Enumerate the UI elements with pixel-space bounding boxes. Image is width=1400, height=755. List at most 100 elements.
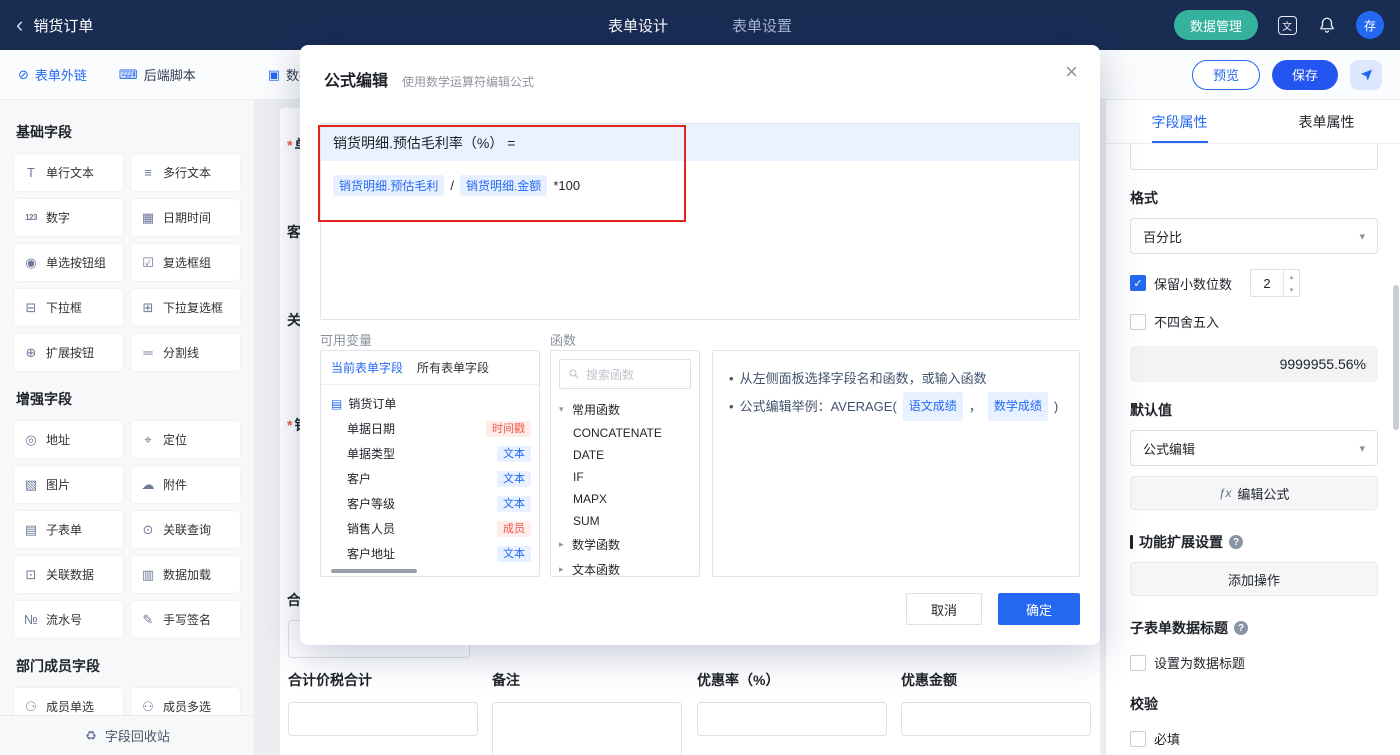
default-value-select-value: 公式编辑 [1143,441,1196,457]
sidebar-item-subform[interactable]: ▤ 子表单 [14,511,123,548]
decimal-checkbox[interactable]: ✓ [1130,275,1146,291]
sidebar-item-datetime[interactable]: ▦ 日期时间 [131,199,240,236]
link-icon: ⊘ [18,66,29,82]
signature-icon: ✎ [142,611,154,627]
function-item[interactable]: MAPX [551,488,699,510]
function-group-text[interactable]: ▸ 文本函数 [551,557,699,576]
avatar[interactable]: 存 [1356,11,1384,39]
variable-row[interactable]: 单据日期 时间戳 [321,416,539,441]
multi-dropdown-icon: ⊞ [142,299,154,315]
set-as-data-title-checkbox[interactable] [1130,654,1146,671]
panel-scrollbar[interactable] [1393,285,1399,430]
subform-data-title-label: 子表单数据标题 [1130,620,1228,636]
field-recycle-bin[interactable]: ♻ 字段回收站 [0,715,254,755]
toolbar-link-backend-script[interactable]: ⌨ 后端脚本 [119,65,196,84]
sidebar-item-serial-number[interactable]: № 流水号 [14,601,123,638]
field-input[interactable] [901,702,1091,736]
preview-button[interactable]: 预览 [1191,59,1260,90]
sidebar-item-signature[interactable]: ✎ 手写签名 [131,601,240,638]
function-item[interactable]: IF [551,466,699,488]
confirm-button[interactable]: 确定 [998,593,1080,625]
formula-editor[interactable]: 销货明细.预估毛利率（%） = 销货明细.预估毛利 / 销货明细.金额 *100 [320,123,1080,320]
variables-label: 可用变量 [320,333,373,348]
tab-current-form-fields[interactable]: 当前表单字段 [331,359,403,376]
format-select[interactable]: 百分比 ▾ [1130,218,1378,254]
sidebar-item-related-query[interactable]: ⊙ 关联查询 [131,511,240,548]
default-value-select[interactable]: 公式编辑 ▾ [1130,430,1378,466]
formula-suffix: *100 [553,178,581,193]
field-input[interactable] [492,702,682,755]
variables-hscrollbar[interactable] [331,569,417,573]
help-text: ， [968,399,982,415]
edit-formula-button[interactable]: ƒx 编辑公式 [1130,476,1378,510]
field-input[interactable] [697,702,887,736]
close-icon[interactable]: × [1065,61,1078,83]
add-action-button[interactable]: 添加操作 [1130,562,1378,596]
decimal-places-stepper[interactable]: 2 ▴ ▾ [1250,269,1301,297]
sidebar-item-divider[interactable]: ═ 分割线 [131,334,240,371]
bullet-icon: • [729,371,734,386]
function-search-input[interactable]: 搜索函数 [559,359,691,389]
variable-row[interactable]: 单据类型 文本 [321,441,539,466]
sidebar-item-multi-line-text[interactable]: ≡ 多行文本 [131,154,240,191]
field-input[interactable] [288,702,478,736]
function-item[interactable]: SUM [551,510,699,532]
tab-field-properties[interactable]: 字段属性 [1106,100,1253,143]
stepper-up-icon[interactable]: ▴ [1284,270,1299,283]
tab-all-form-fields[interactable]: 所有表单字段 [417,359,489,376]
save-button[interactable]: 保存 [1271,59,1338,90]
sidebar-item-extend-button[interactable]: ⊕ 扩展按钮 [14,334,123,371]
field-name-input-partial[interactable] [1130,144,1378,170]
variables-tree-root[interactable]: ▤ 销货订单 [321,391,539,416]
sidebar-item-related-data[interactable]: ⊡ 关联数据 [14,556,123,593]
field-label: 合计价税合计 [288,672,372,688]
radio-group-icon: ◉ [25,254,37,270]
back-icon[interactable]: ‹ [16,14,23,36]
sidebar-item-data-load[interactable]: ▥ 数据加载 [131,556,240,593]
stepper-down-icon[interactable]: ▾ [1284,283,1299,296]
share-button[interactable] [1350,59,1382,90]
sidebar-item-checkbox-group[interactable]: ☑ 复选框组 [131,244,240,281]
trash-icon: ♻ [85,727,97,743]
help-icon[interactable]: ? [1234,621,1248,635]
set-as-data-title-label: 设置为数据标题 [1154,656,1246,671]
variable-row[interactable]: 客户地址 文本 [321,541,539,566]
sidebar-item-single-line-text[interactable]: T 单行文本 [14,154,123,191]
function-group-common[interactable]: ▾ 常用函数 [551,397,699,422]
sidebar-item-dropdown[interactable]: ⊟ 下拉框 [14,289,123,326]
no-rounding-checkbox[interactable] [1130,313,1146,330]
sidebar-item-address[interactable]: ◎ 地址 [14,421,123,458]
divider-icon: ═ [143,345,153,360]
sidebar-item-image[interactable]: ▧ 图片 [14,466,123,503]
subform-icon: ▤ [24,521,38,537]
no-rounding-label: 不四舍五入 [1154,315,1220,330]
example-field-tag: 语文成绩 [902,392,963,422]
tab-form-design[interactable]: 表单设计 [608,15,668,36]
sidebar-item-radio-group[interactable]: ◉ 单选按钮组 [14,244,123,281]
tab-form-settings[interactable]: 表单设置 [732,15,792,36]
data-manage-button[interactable]: 数据管理 [1173,10,1258,40]
tab-form-properties[interactable]: 表单属性 [1253,100,1400,143]
variable-row[interactable]: 客户等级 文本 [321,491,539,516]
cancel-button[interactable]: 取消 [906,593,982,625]
function-item[interactable]: DATE [551,444,699,466]
function-item[interactable]: CONCATENATE [551,422,699,444]
properties-tabs: 字段属性 表单属性 [1106,100,1400,144]
function-group-math[interactable]: ▸ 数学函数 [551,532,699,557]
sidebar-item-attachment[interactable]: ☁ 附件 [131,466,240,503]
sidebar-item-multi-dropdown[interactable]: ⊞ 下拉复选框 [131,289,240,326]
sidebar-item-number[interactable]: 123 数字 [14,199,123,236]
sidebar-item-location[interactable]: ⌖ 定位 [131,421,240,458]
variable-row[interactable]: 销售人员 成员 [321,516,539,541]
decimal-places-value: 2 [1263,275,1271,291]
formula-field-tag[interactable]: 销货明细.预估毛利 [333,175,445,196]
toolbar-link-external[interactable]: ⊘ 表单外链 [18,65,87,84]
translate-button[interactable]: 文 [1276,14,1298,36]
notification-button[interactable] [1316,14,1338,36]
help-icon[interactable]: ? [1229,535,1243,549]
required-checkbox[interactable] [1130,730,1146,747]
form-field-discount-rate: 优惠率（%） [697,670,887,736]
formula-field-tag[interactable]: 销货明细.金额 [459,175,548,196]
top-bar: ‹ 销货订单 表单设计 表单设置 数据管理 文 存 [0,0,1400,50]
variable-row[interactable]: 客户 文本 [321,466,539,491]
